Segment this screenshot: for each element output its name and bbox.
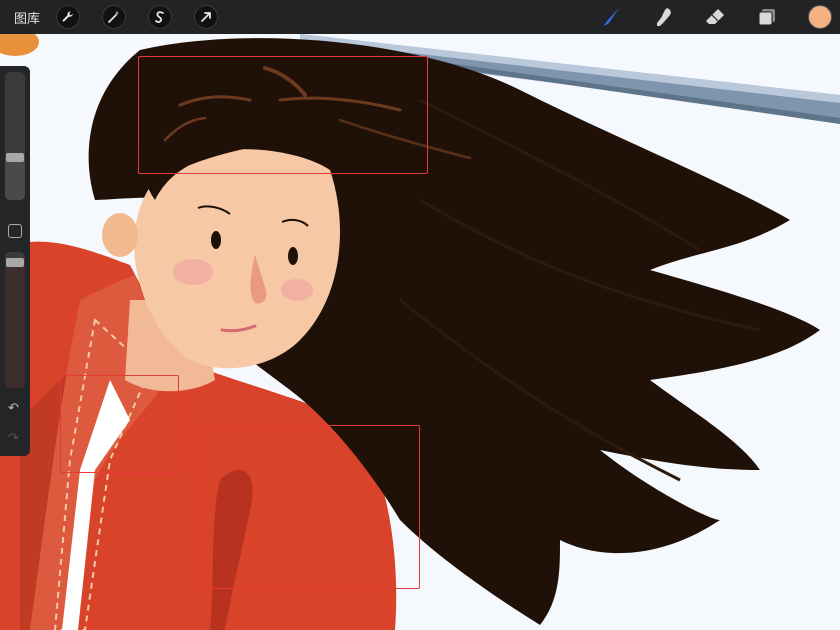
layers-icon xyxy=(758,9,775,26)
arrow-cursor-icon xyxy=(201,12,211,22)
opacity-slider[interactable] xyxy=(5,252,25,388)
magic-wand-icon xyxy=(108,11,120,23)
markup-rect-collar xyxy=(60,375,179,473)
brush-icon xyxy=(603,8,619,26)
layers-button[interactable] xyxy=(756,6,778,28)
color-picker-button[interactable] xyxy=(808,5,832,29)
brush-size-thumb[interactable] xyxy=(6,153,24,162)
selection-button[interactable] xyxy=(148,5,173,29)
brush-size-slider[interactable] xyxy=(5,72,25,200)
eraser-tool-button[interactable] xyxy=(704,6,726,28)
eraser-icon xyxy=(706,9,724,24)
opacity-thumb[interactable] xyxy=(6,258,24,267)
smudge-tool-button[interactable] xyxy=(652,6,674,28)
opacity-level xyxy=(5,258,25,388)
redo-icon[interactable]: ↷ xyxy=(8,431,19,446)
markup-rect-robe xyxy=(200,425,420,589)
markup-rect-hair xyxy=(138,56,428,174)
selection-s-icon xyxy=(155,11,164,23)
procreate-app: 图库 ↶ ↷ xyxy=(0,0,840,630)
gallery-button[interactable]: 图库 xyxy=(14,8,40,27)
transform-button[interactable] xyxy=(194,5,219,29)
smudge-icon xyxy=(657,8,671,26)
actions-button[interactable] xyxy=(56,5,81,29)
square-icon[interactable] xyxy=(8,224,22,238)
wrench-icon xyxy=(62,11,73,22)
adjustments-button[interactable] xyxy=(102,5,127,29)
undo-icon[interactable]: ↶ xyxy=(8,401,19,416)
top-toolbar: 图库 xyxy=(0,0,840,34)
brush-tool-button[interactable] xyxy=(600,6,622,28)
right-toolbar xyxy=(600,0,840,34)
left-sidebar: ↶ ↷ xyxy=(0,66,30,456)
